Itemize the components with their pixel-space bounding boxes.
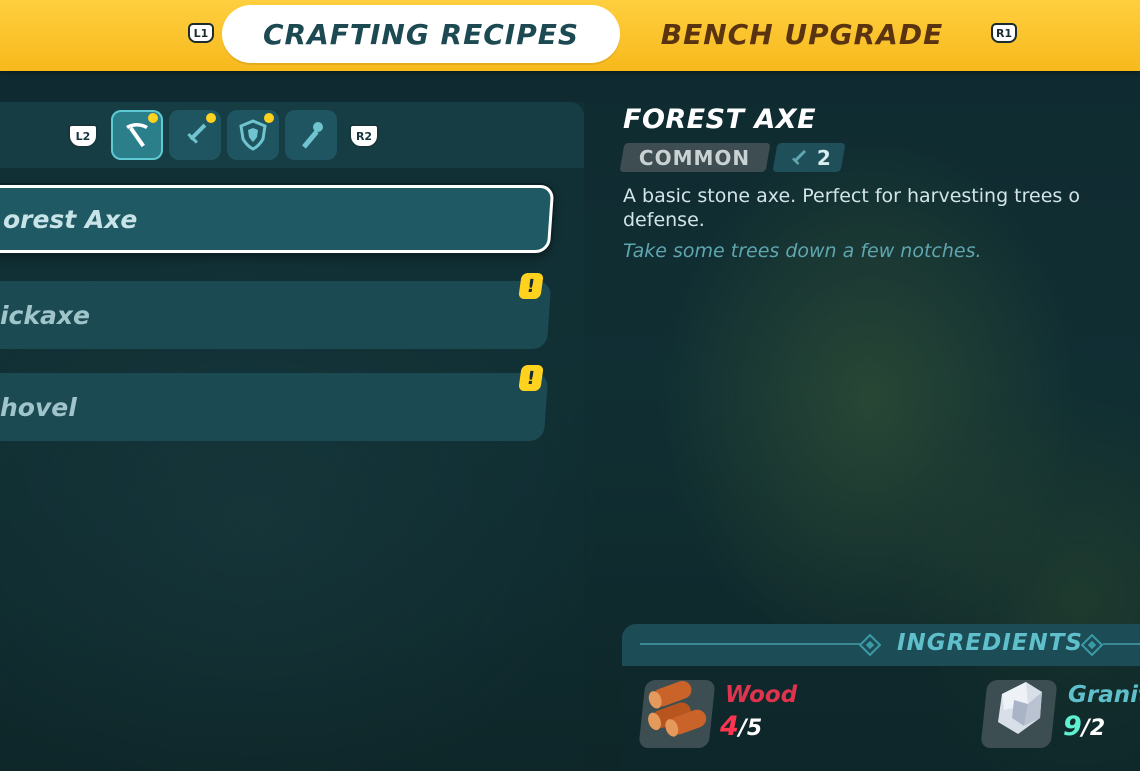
torch-icon — [302, 122, 323, 149]
tier-value: 2 — [817, 145, 831, 170]
category-weapons-button[interactable] — [169, 110, 221, 160]
ingredient-quantity: 9/2 — [1063, 711, 1105, 742]
recipe-row-label: ickaxe — [0, 300, 90, 330]
category-tools-button[interactable] — [111, 110, 163, 160]
item-flavor-text: Take some trees down a few notches. — [623, 240, 982, 262]
recipe-row-pickaxe[interactable]: ickaxe — [0, 281, 552, 349]
tab-crafting-recipes-label: CRAFTING RECIPES — [262, 17, 580, 51]
recipe-row-forest-axe[interactable]: orest Axe — [0, 185, 555, 253]
ingredient-have: 9 — [1063, 711, 1082, 742]
l1-button-hint[interactable]: L1 — [188, 23, 214, 43]
rarity-label: COMMON — [639, 145, 751, 170]
item-description: A basic stone axe. Perfect for harvestin… — [623, 184, 1140, 232]
r1-button-hint[interactable]: R1 — [991, 23, 1017, 43]
item-description-line: defense. — [623, 209, 705, 231]
wood-logs-icon — [648, 680, 707, 737]
header-divider — [1103, 643, 1140, 645]
l2-button-hint[interactable]: L2 — [68, 124, 98, 148]
diamond-ornament-icon — [859, 634, 881, 656]
ingredient-name: Wood — [725, 682, 798, 708]
new-recipe-alert-icon: ! — [518, 273, 544, 299]
ingredient-have: 4 — [720, 711, 739, 742]
pickaxe-icon — [126, 123, 148, 148]
tab-bench-upgrade-label: BENCH UPGRADE — [660, 17, 944, 51]
ingredient-quantity: 4/5 — [720, 711, 762, 742]
r2-button-hint[interactable]: R2 — [349, 124, 379, 148]
header-divider — [640, 643, 860, 645]
sword-icon — [792, 149, 807, 165]
ingredient-need: /5 — [738, 716, 763, 741]
diamond-ornament-icon — [1081, 634, 1103, 656]
new-indicator-dot — [148, 113, 158, 123]
recipe-row-label: hovel — [0, 392, 77, 422]
sword-icon — [187, 123, 207, 144]
top-tab-bar: L1 CRAFTING RECIPES BENCH UPGRADE R1 — [0, 0, 1140, 71]
item-description-line: A basic stone axe. Perfect for harvestin… — [623, 185, 1080, 207]
tier-badge: 2 — [772, 143, 846, 172]
category-misc-button[interactable] — [285, 110, 337, 160]
ingredient-need: /2 — [1081, 716, 1106, 741]
shield-icon — [239, 119, 267, 151]
category-armor-button[interactable] — [227, 110, 279, 160]
ingredients-title: INGREDIENTS — [897, 630, 1083, 656]
rarity-badge: COMMON — [619, 143, 771, 172]
tab-bench-upgrade[interactable]: BENCH UPGRADE — [632, 5, 972, 63]
tab-crafting-recipes[interactable]: CRAFTING RECIPES — [222, 5, 620, 63]
granite-icon — [998, 682, 1042, 734]
new-indicator-dot — [264, 113, 274, 123]
recipe-row-label: orest Axe — [2, 204, 138, 234]
recipe-row-shovel[interactable]: hovel — [0, 373, 549, 441]
item-title: FOREST AXE — [623, 104, 817, 135]
new-recipe-alert-icon: ! — [518, 365, 544, 391]
ingredient-name: Granit — [1068, 682, 1140, 708]
new-indicator-dot — [206, 113, 216, 123]
